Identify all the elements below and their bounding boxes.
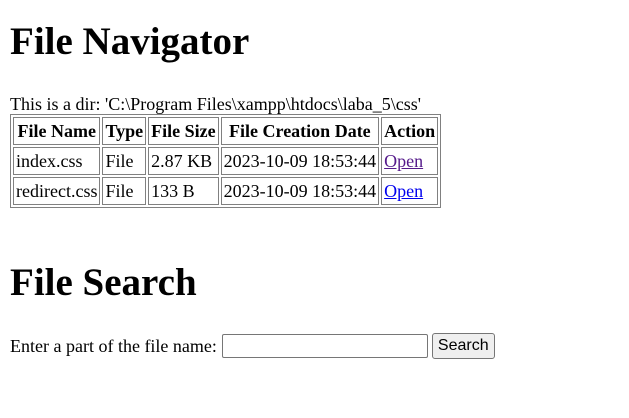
open-link-index-css[interactable]: Open [384,151,423,171]
file-type-cell: File [102,147,147,175]
search-button[interactable]: Search [431,333,495,359]
file-type-cell: File [102,177,147,205]
search-prompt-label: Enter a part of the file name: [10,336,217,356]
file-action-cell: Open [381,147,439,175]
file-table: File Name Type File Size File Creation D… [10,114,442,208]
file-date-cell: 2023-10-09 18:53:44 [220,147,380,175]
search-form: Enter a part of the file name: Search [10,333,495,359]
table-row: index.css File 2.87 KB 2023-10-09 18:53:… [13,147,439,175]
file-date-cell: 2023-10-09 18:53:44 [220,177,380,205]
file-size-cell: 133 B [148,177,219,205]
column-header-creation-date: File Creation Date [220,117,380,145]
file-action-cell: Open [381,177,439,205]
file-name-cell: index.css [13,147,101,175]
page-title-file-navigator: File Navigator [10,20,250,63]
column-header-file-name: File Name [13,117,101,145]
file-size-cell: 2.87 KB [148,147,219,175]
page-title-file-search: File Search [10,261,197,304]
column-header-type: Type [102,117,147,145]
table-row: redirect.css File 133 B 2023-10-09 18:53… [13,177,439,205]
search-input[interactable] [221,334,428,358]
column-header-file-size: File Size [148,117,219,145]
current-directory-text: This is a dir: 'C:\Program Files\xampp\h… [10,94,421,114]
file-name-cell: redirect.css [13,177,101,205]
column-header-action: Action [381,117,439,145]
table-header-row: File Name Type File Size File Creation D… [13,117,439,145]
open-link-redirect-css[interactable]: Open [384,181,423,201]
